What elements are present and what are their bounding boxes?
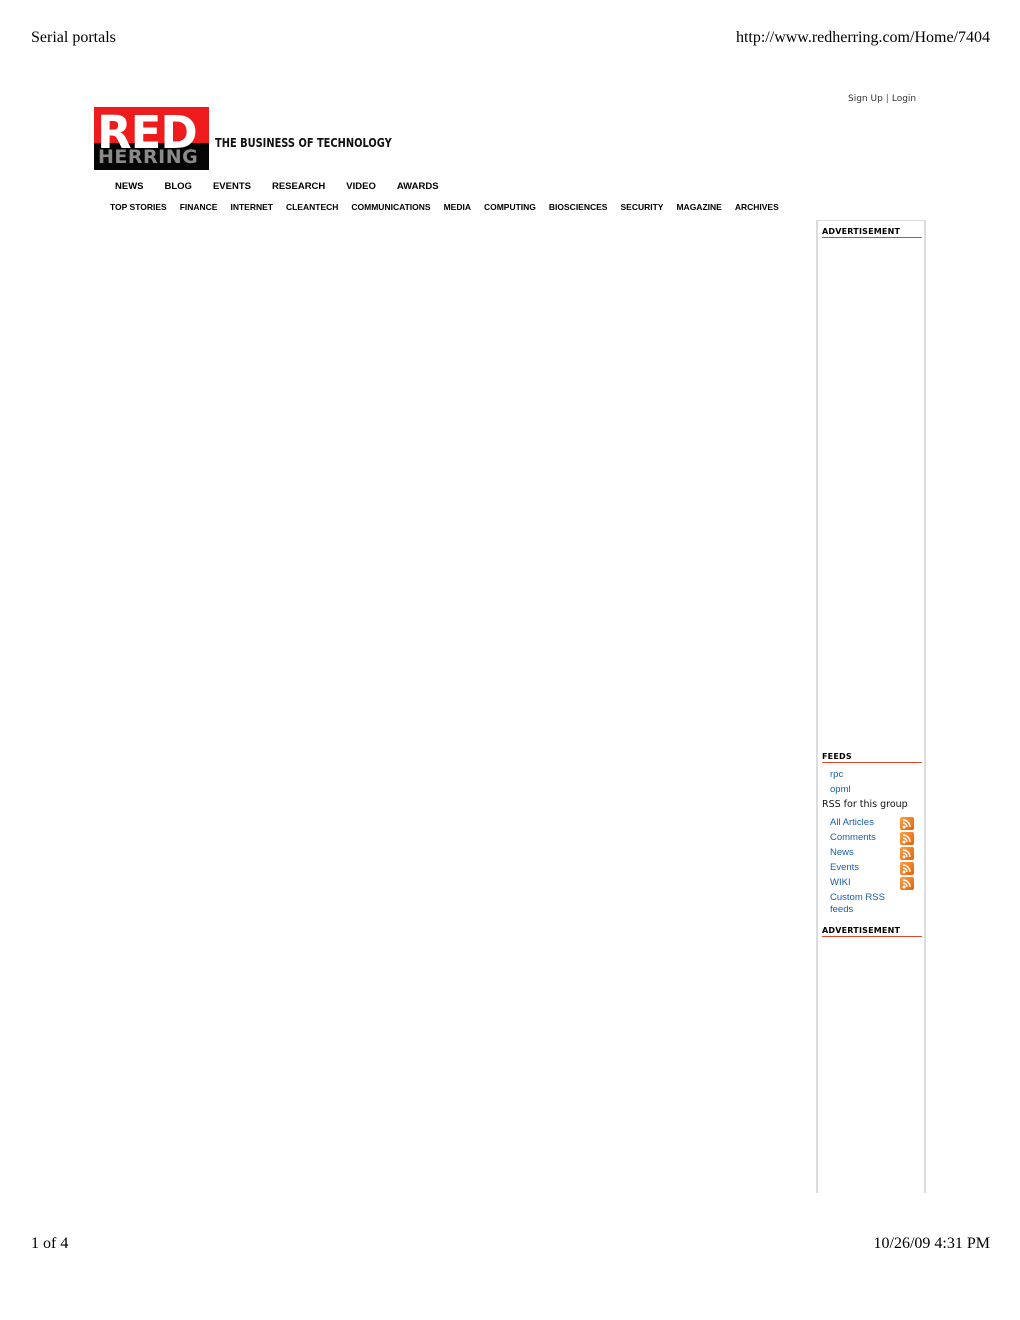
right-sidebar: ADVERTISEMENT FEEDS rpc opml RSS for thi… [816, 220, 926, 1193]
nav-biosciences[interactable]: BIOSCIENCES [549, 202, 608, 212]
nav-magazine[interactable]: MAGAZINE [676, 202, 721, 212]
nav-events[interactable]: EVENTS [213, 181, 251, 192]
nav-blog[interactable]: BLOG [165, 181, 192, 192]
red-herring-logo[interactable]: RED HERRING [94, 107, 209, 170]
nav-computing[interactable]: COMPUTING [484, 202, 536, 212]
site-tagline: THE BUSINESS OF TECHNOLOGY [215, 136, 392, 150]
sign-up-link[interactable]: Sign Up [848, 94, 883, 104]
account-links: Sign Up | Login [848, 94, 916, 104]
print-page-indicator: 1 of 4 [31, 1235, 69, 1252]
rss-icon[interactable] [900, 847, 914, 860]
rss-icon[interactable] [900, 862, 914, 875]
nav-security[interactable]: SECURITY [620, 202, 663, 212]
primary-nav: NEWS BLOG EVENTS RESEARCH VIDEO AWARDS [115, 181, 439, 192]
rss-link-all-articles[interactable]: All Articles [830, 817, 874, 829]
nav-research[interactable]: RESEARCH [272, 181, 325, 192]
nav-cleantech[interactable]: CLEANTECH [286, 202, 338, 212]
advertisement-heading-bottom: ADVERTISEMENT [822, 926, 922, 937]
print-page-url: http://www.redherring.com/Home/7404 [735, 29, 990, 46]
nav-media[interactable]: MEDIA [444, 202, 471, 212]
nav-internet[interactable]: INTERNET [230, 202, 273, 212]
rss-group-label: RSS for this group [822, 799, 908, 810]
feed-link-rpc[interactable]: rpc [830, 769, 843, 781]
custom-rss-line2: feeds [830, 904, 854, 915]
nav-awards[interactable]: AWARDS [397, 181, 439, 192]
rss-link-events[interactable]: Events [830, 862, 859, 874]
nav-finance[interactable]: FINANCE [180, 202, 218, 212]
nav-communications[interactable]: COMMUNICATIONS [351, 202, 430, 212]
nav-top-stories[interactable]: TOP STORIES [110, 202, 167, 212]
rss-icon[interactable] [900, 877, 914, 890]
custom-rss-feeds-link[interactable]: Custom RSS feeds [830, 892, 885, 916]
login-link[interactable]: Login [892, 94, 916, 104]
custom-rss-line1: Custom RSS [830, 892, 885, 903]
print-timestamp: 10/26/09 4:31 PM [873, 1235, 990, 1252]
secondary-nav: TOP STORIES FINANCE INTERNET CLEANTECH C… [110, 202, 779, 212]
advertisement-heading-top: ADVERTISEMENT [822, 227, 922, 238]
nav-video[interactable]: VIDEO [346, 181, 376, 192]
rss-link-wiki[interactable]: WIKI [830, 877, 851, 889]
account-separator: | [885, 94, 889, 104]
nav-news[interactable]: NEWS [115, 181, 144, 192]
print-page-title: Serial portals [31, 29, 116, 46]
rss-link-news[interactable]: News [830, 847, 854, 859]
feeds-heading: FEEDS [822, 752, 922, 763]
feed-link-opml[interactable]: opml [830, 784, 851, 796]
rss-icon[interactable] [900, 817, 914, 830]
rss-link-comments[interactable]: Comments [830, 832, 876, 844]
nav-archives[interactable]: ARCHIVES [735, 202, 779, 212]
rss-icon[interactable] [900, 832, 914, 845]
logo-text-herring: HERRING [98, 146, 199, 168]
